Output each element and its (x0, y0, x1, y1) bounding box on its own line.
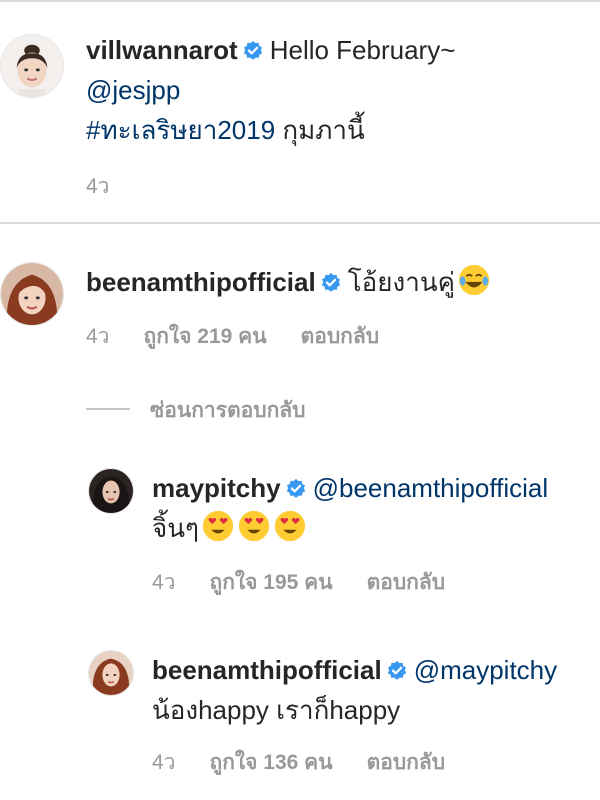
reply-1-time[interactable]: 4ว (152, 571, 175, 594)
top-divider (0, 0, 600, 2)
reply-2-text: น้องhappy เราก็happy (152, 695, 401, 725)
post-time[interactable]: 4ว (86, 175, 109, 198)
reply-2-time[interactable]: 4ว (152, 751, 175, 774)
post-caption-line-2: @jesjpp (86, 70, 180, 110)
comment-1-text: โอ้ยงานคู่ (347, 267, 455, 297)
comment-1-meta: 4ว ถูกใจ 219 คน ตอบกลับ (86, 320, 413, 353)
reply-1-reply-button[interactable]: ตอบกลับ (367, 571, 446, 594)
heart-eyes-emoji-icon (237, 509, 271, 543)
hide-replies-line (86, 408, 130, 410)
post-hashtag-link[interactable]: #ทะเลริษยา2019 (86, 115, 275, 145)
verified-badge-icon (242, 40, 264, 62)
reply-1-likes[interactable]: ถูกใจ 195 คน (209, 571, 332, 594)
comment-1-likes[interactable]: ถูกใจ 219 คน (143, 325, 266, 348)
post-caption-tail: กุมภานี้ (282, 115, 365, 145)
avatar-villwannarot[interactable] (0, 34, 64, 98)
reply-2-username[interactable]: beenamthipofficial (152, 655, 382, 685)
post-caption-line-3: #ทะเลริษยา2019 กุมภานี้ (86, 110, 365, 150)
post-caption-text: Hello February~ (269, 35, 456, 65)
avatar-beenamthipofficial[interactable] (0, 262, 64, 326)
hide-replies-button[interactable]: ซ่อนการตอบกลับ (150, 394, 306, 427)
reply-1-text: จิ้นๆ (152, 513, 199, 543)
reply-2-line-2: น้องhappy เราก็happy (152, 690, 400, 730)
reply-1-line-1: maypitchy @beenamthipofficial (152, 468, 548, 508)
reply-2-likes[interactable]: ถูกใจ 136 คน (209, 751, 332, 774)
reply-1-line-2: จิ้นๆ (152, 508, 307, 548)
comment-1-line: beenamthipofficial โอ้ยงานคู่ (86, 262, 491, 302)
reply-2-mention-link[interactable]: @maypitchy (414, 655, 557, 685)
post-username[interactable]: villwannarot (86, 35, 238, 65)
heart-eyes-emoji-icon (273, 509, 307, 543)
reply-2-meta: 4ว ถูกใจ 136 คน ตอบกลับ (152, 746, 479, 779)
verified-badge-icon (386, 660, 408, 682)
joy-emoji-icon (457, 263, 491, 297)
comment-1-reply-button[interactable]: ตอบกลับ (301, 325, 380, 348)
post-meta: 4ว (86, 170, 143, 203)
reply-1-meta: 4ว ถูกใจ 195 คน ตอบกลับ (152, 566, 479, 599)
heart-eyes-emoji-icon (201, 509, 235, 543)
reply-1-mention-link[interactable]: @beenamthipofficial (313, 473, 549, 503)
avatar-beenamthipofficial-reply[interactable] (88, 650, 134, 696)
verified-badge-icon (320, 272, 342, 294)
post-caption-line-1: villwannarot Hello February~ (86, 30, 455, 70)
section-divider (0, 222, 600, 224)
reply-2-line-1: beenamthipofficial @maypitchy (152, 650, 557, 690)
comment-1-time[interactable]: 4ว (86, 325, 109, 348)
avatar-maypitchy[interactable] (88, 468, 134, 514)
reply-2-reply-button[interactable]: ตอบกลับ (367, 751, 446, 774)
reply-1-username[interactable]: maypitchy (152, 473, 281, 503)
comment-1-username[interactable]: beenamthipofficial (86, 267, 316, 297)
post-mention-link[interactable]: @jesjpp (86, 75, 180, 105)
verified-badge-icon (285, 478, 307, 500)
